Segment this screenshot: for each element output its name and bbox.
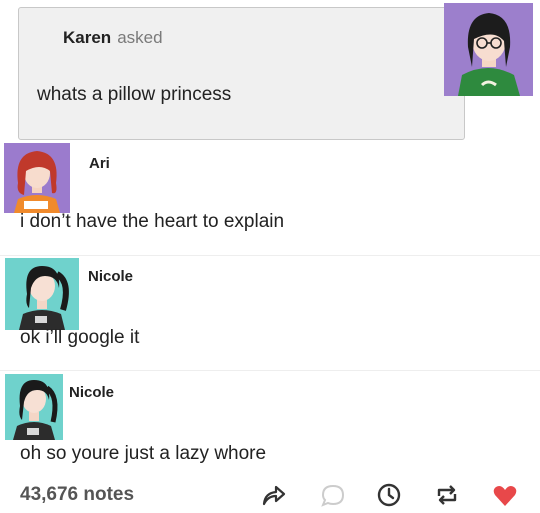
asker-name[interactable]: Karen <box>63 28 111 47</box>
ask-header: Karen asked <box>63 28 163 48</box>
reblog-icon[interactable] <box>432 480 462 510</box>
heart-icon[interactable] <box>490 480 520 510</box>
reply-avatar-nicole[interactable] <box>5 374 63 440</box>
ask-box: Karen asked whats a pillow princess <box>18 7 465 140</box>
notes-count[interactable]: 43,676 notes <box>20 484 134 506</box>
reply-text: oh so youre just a lazy whore <box>20 443 267 464</box>
reply-text: i don’t have the heart to explain <box>20 211 285 232</box>
asker-avatar[interactable] <box>444 3 533 96</box>
share-icon[interactable] <box>258 480 288 510</box>
reply-divider <box>0 255 540 256</box>
reply-avatar-nicole[interactable] <box>5 258 79 330</box>
reply-username[interactable]: Nicole <box>69 384 114 401</box>
ask-question: whats a pillow princess <box>37 84 232 105</box>
reply-bubble-icon[interactable] <box>318 480 348 510</box>
clock-icon[interactable] <box>374 480 404 510</box>
reply-avatar-ari[interactable] <box>4 143 70 213</box>
reply-username[interactable]: Nicole <box>88 268 133 285</box>
reply-text: ok i’ll google it <box>20 327 140 348</box>
ask-verb: asked <box>117 28 163 47</box>
reply-divider <box>0 370 540 371</box>
reply-username[interactable]: Ari <box>89 155 110 172</box>
